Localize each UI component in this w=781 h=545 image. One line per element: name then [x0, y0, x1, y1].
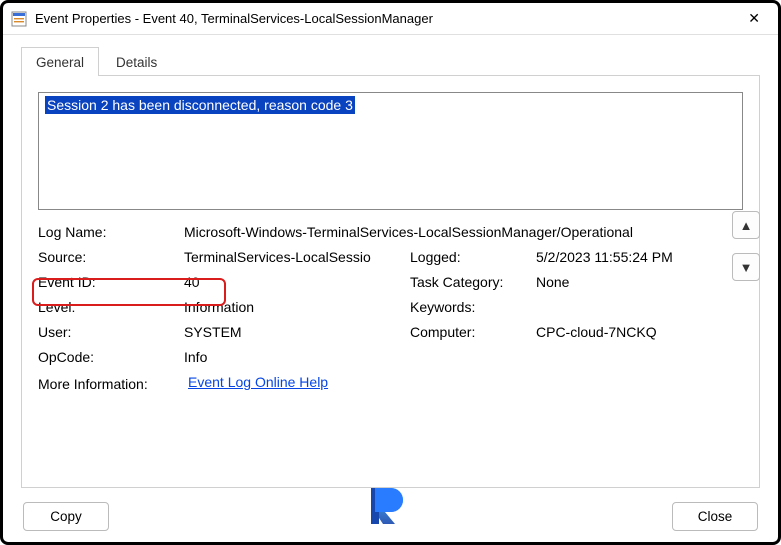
window-close-button[interactable]: ✕ [738, 6, 770, 31]
task-category-label: Task Category: [410, 274, 530, 290]
event-fields: Log Name: Microsoft-Windows-TerminalServ… [38, 224, 743, 392]
watermark-logo [367, 486, 415, 526]
copy-button[interactable]: Copy [23, 502, 109, 531]
content-area: General Details Session 2 has been disco… [3, 35, 778, 490]
logged-value: 5/2/2023 11:55:24 PM [536, 249, 743, 265]
app-icon [11, 11, 27, 27]
dialog-footer: Copy Close [3, 490, 778, 542]
tabs: General Details [21, 47, 760, 76]
opcode-label: OpCode: [38, 349, 178, 365]
user-value: SYSTEM [184, 324, 404, 340]
tab-general[interactable]: General [21, 47, 99, 76]
log-name-label: Log Name: [38, 224, 178, 240]
next-event-button[interactable]: ▼ [732, 253, 760, 281]
level-value: Information [184, 299, 404, 315]
source-label: Source: [38, 249, 178, 265]
opcode-value: Info [184, 349, 743, 365]
tab-details[interactable]: Details [101, 47, 172, 76]
record-nav-buttons: ▲ ▼ [732, 211, 760, 281]
event-id-label: Event ID: [38, 274, 178, 290]
tab-panel-general: Session 2 has been disconnected, reason … [21, 75, 760, 488]
level-label: Level: [38, 299, 178, 315]
event-description-text: Session 2 has been disconnected, reason … [45, 96, 355, 114]
logged-label: Logged: [410, 249, 530, 265]
source-value: TerminalServices-LocalSessio [184, 249, 404, 265]
event-id-value: 40 [184, 274, 404, 290]
moreinfo-label: More Information: [38, 376, 178, 392]
prev-event-button[interactable]: ▲ [732, 211, 760, 239]
task-category-value: None [536, 274, 743, 290]
event-description-box[interactable]: Session 2 has been disconnected, reason … [38, 92, 743, 210]
keywords-label: Keywords: [410, 299, 530, 315]
close-button[interactable]: Close [672, 502, 758, 531]
moreinfo-link[interactable]: Event Log Online Help [188, 374, 743, 390]
user-label: User: [38, 324, 178, 340]
arrow-down-icon: ▼ [740, 260, 753, 275]
titlebar: Event Properties - Event 40, TerminalSer… [3, 3, 778, 35]
computer-label: Computer: [410, 324, 530, 340]
window-title: Event Properties - Event 40, TerminalSer… [35, 11, 738, 26]
computer-value: CPC-cloud-7NCKQ [536, 324, 743, 340]
log-name-value: Microsoft-Windows-TerminalServices-Local… [184, 224, 743, 240]
arrow-up-icon: ▲ [740, 218, 753, 233]
